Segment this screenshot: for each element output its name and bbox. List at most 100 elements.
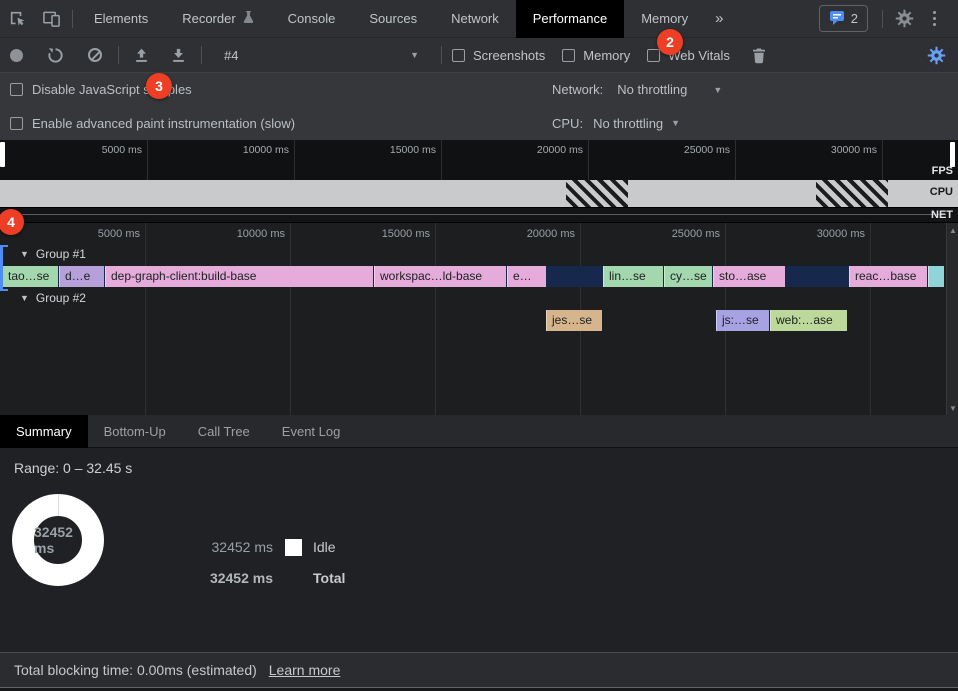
tab-label: Summary	[16, 424, 72, 439]
tick-label: 25000 ms	[672, 228, 720, 240]
timeline-bar[interactable]: dep-graph-client:build-base	[105, 266, 373, 287]
tab-summary[interactable]: Summary	[0, 415, 88, 448]
tab-console[interactable]: Console	[271, 0, 353, 38]
timeline-bar[interactable]	[928, 266, 944, 287]
tick-label: 15000 ms	[390, 144, 436, 156]
group-2-header[interactable]: ▼ Group #2	[20, 291, 86, 305]
divider	[441, 46, 442, 64]
chevron-down-icon: ▼	[671, 118, 680, 128]
tick-line	[294, 140, 295, 180]
chat-bubble-icon	[829, 9, 845, 28]
load-profile-icon[interactable]	[123, 38, 160, 72]
advanced-paint-checkbox[interactable]: Enable advanced paint instrumentation (s…	[10, 116, 295, 131]
more-tabs-chevron-icon[interactable]: »	[705, 10, 733, 27]
clear-recording-icon[interactable]	[88, 48, 102, 62]
checkbox-box[interactable]	[452, 49, 465, 62]
selected-track-bracket	[0, 245, 8, 291]
idle-swatch	[285, 539, 302, 556]
capture-config-row-2: Enable advanced paint instrumentation (s…	[0, 106, 958, 140]
scroll-up-icon[interactable]: ▲	[947, 226, 958, 235]
overview-right-handle[interactable]	[950, 142, 955, 167]
timeline-bar[interactable]: workspac…ld-base	[374, 266, 506, 287]
overview-fps-lane: FPS 5000 ms10000 ms15000 ms20000 ms25000…	[0, 140, 958, 180]
blocking-time-text: Total blocking time: 0.00ms (estimated)	[14, 662, 257, 678]
tick-label: 5000 ms	[102, 144, 142, 156]
tab-recorder[interactable]: Recorder	[165, 0, 270, 38]
tab-network[interactable]: Network	[434, 0, 516, 38]
annotation-badge: 3	[146, 73, 172, 99]
timeline-bar[interactable]: web:…ase	[770, 310, 847, 331]
timeline-bar[interactable]: sto…ase	[713, 266, 785, 287]
donut-legend: 32452 ms Idle 32452 ms Total	[193, 535, 345, 597]
tab-performance[interactable]: Performance	[516, 0, 624, 38]
timeline-overview[interactable]: FPS 5000 ms10000 ms15000 ms20000 ms25000…	[0, 140, 958, 222]
chat-count: 2	[851, 11, 858, 26]
flask-icon	[242, 10, 254, 27]
cpu-value: No throttling	[593, 116, 663, 131]
tab-sources[interactable]: Sources	[352, 0, 434, 38]
checkbox-box[interactable]	[647, 49, 660, 62]
legend-label: Idle	[313, 539, 336, 555]
save-profile-icon[interactable]	[160, 38, 197, 72]
scroll-down-icon[interactable]: ▼	[947, 404, 958, 413]
kebab-menu-icon[interactable]	[921, 11, 948, 26]
chevron-down-icon: ▼	[410, 50, 419, 60]
capture-config-row-1: Disable JavaScript samples Network: No t…	[0, 72, 958, 106]
checkbox-box[interactable]	[10, 83, 23, 96]
tick-label: 20000 ms	[537, 144, 583, 156]
devtools-window: Elements Recorder Console Sources Networ…	[0, 0, 958, 691]
memory-checkbox[interactable]: Memory	[562, 48, 630, 63]
network-throttling-select[interactable]: Network: No throttling ▼	[552, 82, 722, 97]
screenshots-checkbox[interactable]: Screenshots	[452, 48, 545, 63]
reload-and-record-icon[interactable]	[35, 38, 76, 72]
record-button[interactable]	[10, 49, 23, 62]
settings-gear-icon[interactable]	[887, 0, 921, 38]
checkbox-box[interactable]	[10, 117, 23, 130]
tab-event-log[interactable]: Event Log	[266, 415, 357, 448]
overview-left-handle[interactable]	[0, 142, 5, 167]
tick-label: 15000 ms	[382, 228, 430, 240]
triangle-down-icon: ▼	[20, 249, 29, 259]
capture-settings-gear-icon[interactable]	[915, 38, 958, 72]
tab-bottom-up[interactable]: Bottom-Up	[88, 415, 182, 448]
inspect-element-icon[interactable]	[0, 0, 34, 38]
cpu-lane-label: CPU	[930, 186, 953, 198]
timeline-bar[interactable]: jes…se	[546, 310, 602, 331]
timeline-bar[interactable]: cy…se	[664, 266, 712, 287]
tab-label: Network	[451, 11, 499, 26]
triangle-down-icon: ▼	[20, 293, 29, 303]
tab-call-tree[interactable]: Call Tree	[182, 415, 266, 448]
timeline-bar[interactable]: e…	[507, 266, 546, 287]
group-label: Group #2	[36, 291, 86, 305]
trash-icon[interactable]	[747, 38, 771, 72]
checkbox-label: Memory	[583, 48, 630, 63]
legend-row-idle: 32452 ms Idle	[193, 535, 345, 559]
tab-elements[interactable]: Elements	[77, 0, 165, 38]
flame-scrollbar[interactable]: ▲ ▼	[946, 223, 958, 416]
timeline-bar[interactable]: js:…se	[716, 310, 769, 331]
timeline-bar[interactable]: lin…se	[603, 266, 663, 287]
bottom-edge	[0, 687, 958, 691]
tab-label: Console	[288, 11, 336, 26]
tick-label: 30000 ms	[831, 144, 877, 156]
learn-more-link[interactable]: Learn more	[269, 662, 341, 678]
issues-chat-button[interactable]: 2	[819, 5, 868, 32]
divider	[201, 46, 202, 64]
timeline-bar[interactable]: tao…se	[2, 266, 58, 287]
donut-total-label: 32452 ms	[34, 516, 82, 564]
tab-label: Sources	[369, 11, 417, 26]
recording-session-select[interactable]: #4 ▼	[214, 43, 429, 67]
divider	[72, 10, 73, 28]
details-tab-bar: Summary Bottom-Up Call Tree Event Log	[0, 415, 958, 448]
flame-chart[interactable]: 5000 ms10000 ms15000 ms20000 ms25000 ms3…	[0, 222, 958, 415]
legend-label: Total	[313, 570, 345, 586]
cpu-throttling-select[interactable]: CPU: No throttling ▼	[552, 116, 680, 131]
tab-label: Memory	[641, 11, 688, 26]
timeline-bar[interactable]: reac…base	[849, 266, 927, 287]
device-toolbar-icon[interactable]	[34, 0, 68, 38]
timeline-bar[interactable]: d…e	[59, 266, 104, 287]
group-1-header[interactable]: ▼ Group #1	[20, 247, 86, 261]
checkbox-box[interactable]	[562, 49, 575, 62]
range-label: Range: 0 – 32.45 s	[14, 460, 132, 476]
legend-value: 32452 ms	[193, 570, 273, 586]
